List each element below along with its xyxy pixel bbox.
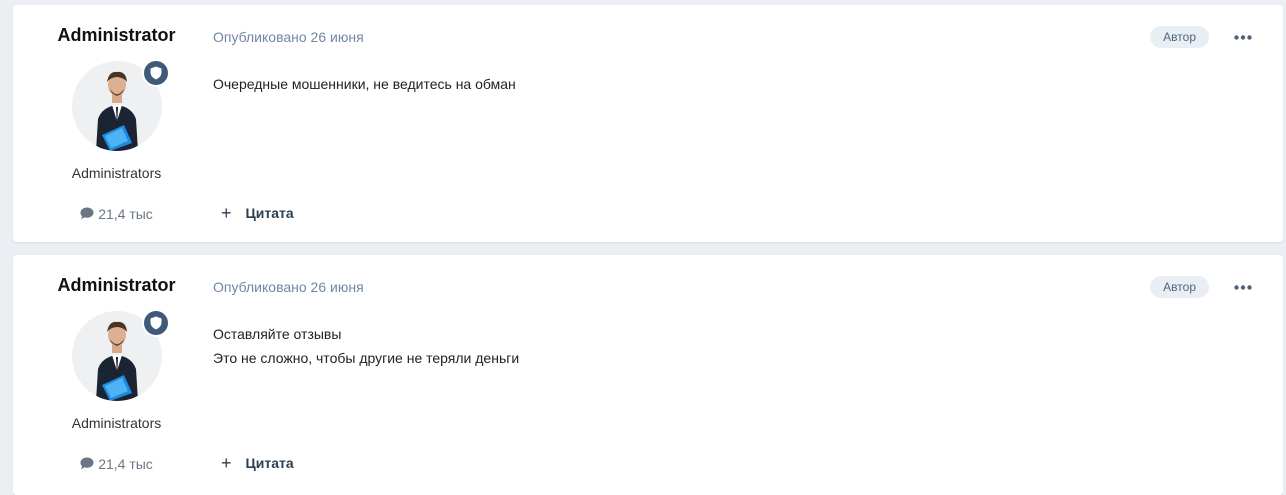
quote-button[interactable]: + Цитата xyxy=(221,454,294,472)
chat-bubble-icon xyxy=(80,207,94,220)
post-body: Опубликовано 26 июня Автор Оставляйте от… xyxy=(213,255,1283,495)
more-horizontal-icon[interactable] xyxy=(1231,276,1255,298)
shield-icon xyxy=(144,311,168,335)
more-horizontal-icon[interactable] xyxy=(1231,26,1255,48)
user-group: Administrators xyxy=(71,415,162,431)
avatar[interactable] xyxy=(72,311,168,401)
reputation-count: 21,4 тыс xyxy=(13,456,220,472)
author-badge: Автор xyxy=(1150,276,1209,298)
author-panel: Administrator Administrators 21,4 тыс xyxy=(13,5,220,242)
author-badge: Автор xyxy=(1150,26,1209,48)
post-date[interactable]: Опубликовано 26 июня xyxy=(213,29,364,45)
post: Administrator Administrators 21,4 тыс Оп… xyxy=(13,255,1283,495)
quote-button[interactable]: + Цитата xyxy=(221,204,294,222)
post-content: Оставляйте отзывы Это не сложно, чтобы д… xyxy=(213,322,519,370)
post-text-line: Это не сложно, чтобы другие не теряли де… xyxy=(213,350,520,366)
author-name[interactable]: Administrator xyxy=(13,25,220,46)
plus-icon: + xyxy=(221,453,232,473)
reputation-count: 21,4 тыс xyxy=(13,206,220,222)
post-text-line: Очередные мошенники, не ведитесь на обма… xyxy=(213,76,516,92)
user-group: Administrators xyxy=(71,165,162,181)
post-text-line: Оставляйте отзывы xyxy=(213,326,342,342)
shield-icon xyxy=(144,61,168,85)
avatar[interactable] xyxy=(72,61,168,151)
post-date[interactable]: Опубликовано 26 июня xyxy=(213,279,364,295)
author-name[interactable]: Administrator xyxy=(13,275,220,296)
plus-icon: + xyxy=(221,203,232,223)
reputation-value: 21,4 тыс xyxy=(98,206,153,222)
post: Administrator Administrators 21,4 тыс Оп… xyxy=(13,5,1283,242)
quote-label: Цитата xyxy=(245,455,294,471)
quote-label: Цитата xyxy=(245,205,294,221)
chat-bubble-icon xyxy=(80,457,94,470)
reputation-value: 21,4 тыс xyxy=(98,456,153,472)
post-body: Опубликовано 26 июня Автор Очередные мош… xyxy=(213,5,1283,242)
author-panel: Administrator Administrators 21,4 тыс xyxy=(13,255,220,495)
post-content: Очередные мошенники, не ведитесь на обма… xyxy=(213,72,516,96)
